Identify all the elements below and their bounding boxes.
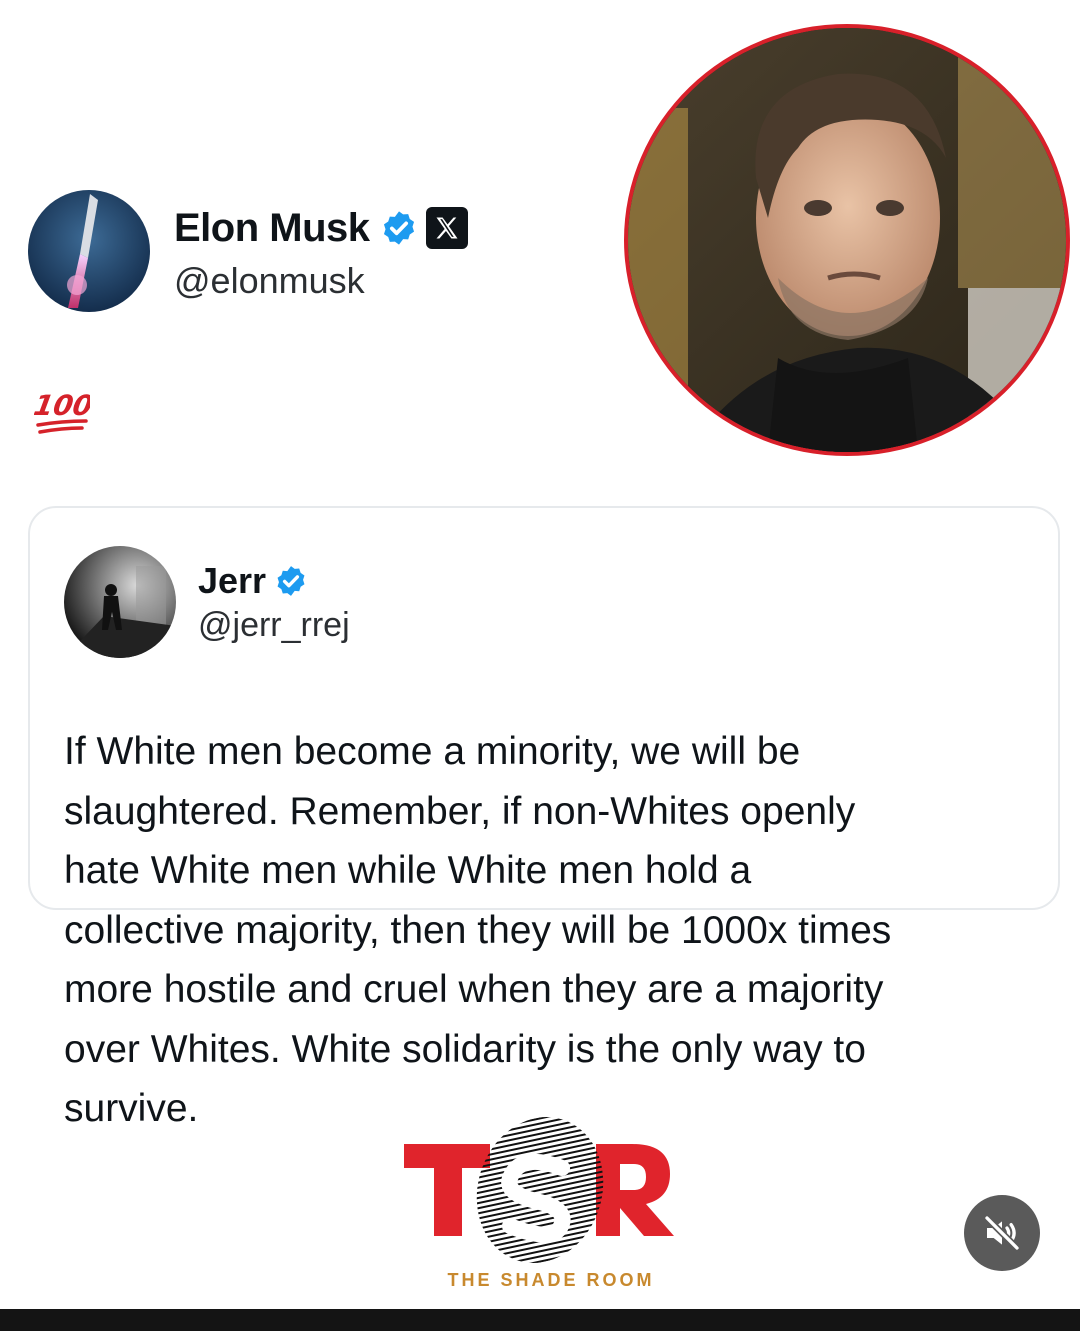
verified-badge-icon	[383, 211, 414, 245]
quoted-text-line: hate White men while White men hold a	[64, 849, 752, 892]
quoted-tweet-text: If White men become a minority, we will …	[64, 722, 1024, 1139]
quoted-text-line: more hostile and cruel when they are a m…	[64, 968, 884, 1011]
tsr-caption: THE SHADE ROOM	[447, 1270, 655, 1290]
verified-badge-icon	[277, 565, 305, 596]
author-handle[interactable]: @elonmusk	[174, 260, 468, 302]
quoted-text-line: over Whites. White solidarity is the onl…	[64, 1027, 866, 1071]
muted-speaker-icon	[984, 1215, 1020, 1251]
quoted-text-line: collective majority, then they will be 1…	[64, 908, 892, 952]
person-photo	[624, 24, 1070, 456]
svg-text:100: 100	[34, 389, 90, 422]
quoted-text-line: If White men become a minority, we will …	[64, 730, 801, 773]
quoted-author-handle[interactable]: @jerr_rrej	[198, 606, 350, 645]
mute-button[interactable]	[964, 1195, 1040, 1271]
tsr-logo	[404, 1117, 674, 1263]
quoted-author-avatar[interactable]	[64, 546, 176, 658]
hundred-points-icon: 100	[34, 389, 90, 434]
quoted-author: Jerr @jerr_rrej	[64, 546, 350, 658]
tweet-author: Elon Musk @elonmusk	[28, 190, 468, 312]
author-avatar[interactable]	[28, 190, 150, 312]
x-logo-icon	[425, 207, 468, 249]
quoted-text-line: slaughtered. Remember, if non-Whites ope…	[64, 789, 856, 833]
bottom-bar	[0, 1309, 1080, 1331]
author-name[interactable]: Elon Musk	[174, 206, 370, 251]
quoted-author-name[interactable]: Jerr	[198, 560, 266, 602]
